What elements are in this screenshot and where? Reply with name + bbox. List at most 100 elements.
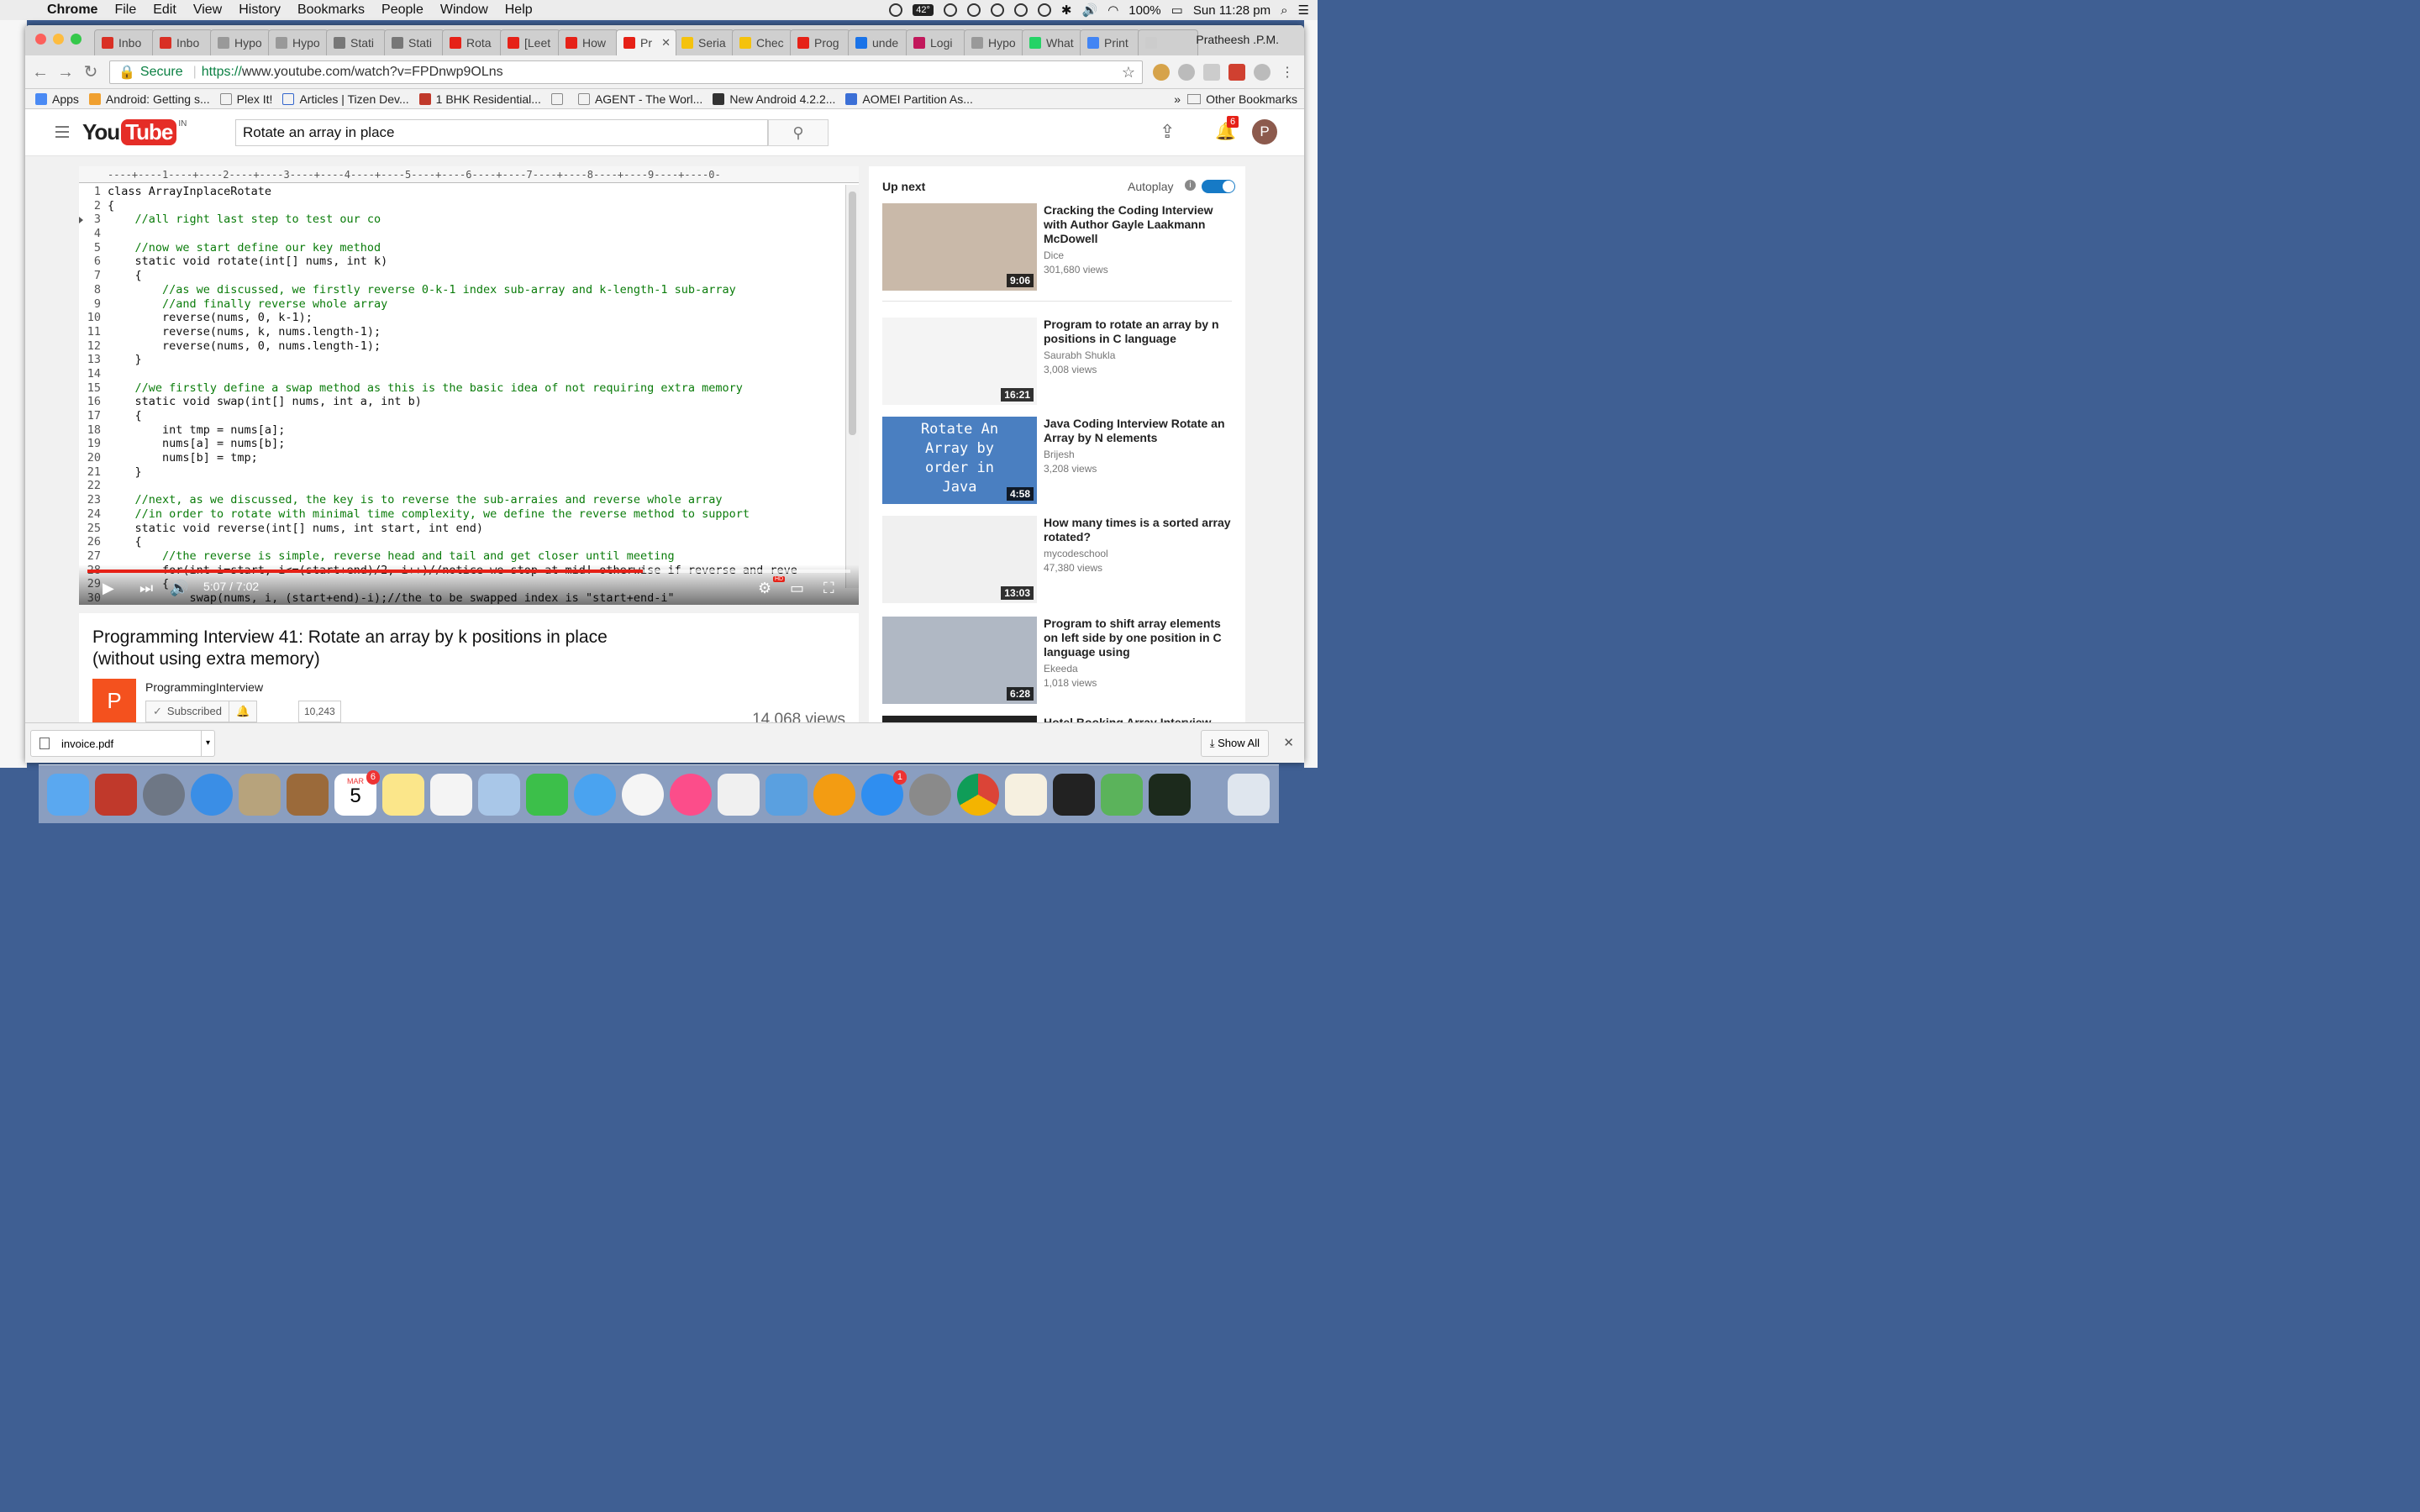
evernote-icon[interactable]: [1101, 773, 1143, 816]
browser-tab[interactable]: unde: [848, 29, 908, 55]
recommended-video[interactable]: Rotate An Array by order in Java 4:58 Java…: [882, 417, 1235, 504]
back-icon[interactable]: ←: [30, 62, 50, 82]
bookmark-item[interactable]: Plex It!: [219, 92, 272, 106]
reminders-icon[interactable]: [430, 773, 472, 816]
browser-tab[interactable]: Pr ✕: [616, 29, 676, 55]
extension-icon[interactable]: [1203, 64, 1220, 81]
apple-menu-icon[interactable]: [17, 2, 34, 18]
menu-help[interactable]: Help: [505, 3, 533, 18]
recommended-title[interactable]: How many times is a sorted array rotated…: [1044, 516, 1235, 544]
settings-icon[interactable]: ⚙: [758, 580, 771, 597]
chevron-double-right-icon[interactable]: »: [1174, 92, 1181, 106]
recommended-video[interactable]: 9:06 Cracking the Coding Interview with A…: [882, 203, 1235, 291]
info-icon[interactable]: i: [1185, 180, 1196, 191]
recommended-title[interactable]: Java Coding Interview Rotate an Array by…: [1044, 417, 1235, 445]
menubar-app-name[interactable]: Chrome: [47, 3, 97, 18]
photos-icon[interactable]: [622, 773, 664, 816]
recommended-title[interactable]: Cracking the Coding Interview with Autho…: [1044, 203, 1235, 246]
bookmark-item[interactable]: Articles | Tizen Dev...: [282, 92, 409, 106]
numbers-icon[interactable]: [718, 773, 760, 816]
menu-bookmarks[interactable]: Bookmarks: [297, 3, 365, 18]
recommended-title[interactable]: Program to shift array elements on left …: [1044, 617, 1235, 659]
wifi-icon[interactable]: ◠: [1107, 3, 1118, 18]
bookmark-item[interactable]: Android: Getting s...: [88, 92, 210, 106]
security-app-icon[interactable]: [95, 773, 137, 816]
progress-bar[interactable]: [87, 570, 850, 573]
browser-tab[interactable]: Print: [1080, 29, 1140, 55]
menu-view[interactable]: View: [193, 3, 222, 18]
notification-bell-icon[interactable]: 🔔: [229, 705, 256, 718]
close-window-button[interactable]: [35, 34, 46, 45]
recommended-title[interactable]: Hotel Booking Array Interview: [1044, 716, 1235, 722]
menu-file[interactable]: File: [114, 3, 136, 18]
fullscreen-icon[interactable]: ⛶: [823, 580, 834, 597]
show-all-button[interactable]: ⤓ Show All: [1200, 730, 1269, 757]
download-item[interactable]: invoice.pdf ▾: [30, 730, 215, 757]
upload-icon[interactable]: ⇪: [1160, 121, 1175, 143]
address-bar[interactable]: 🔒 Secure | https:// www.youtube.com/watc…: [109, 60, 1143, 84]
activity-monitor-icon[interactable]: [1149, 773, 1191, 816]
profile-name[interactable]: Pratheesh .P.M.: [1196, 33, 1279, 46]
menu-window[interactable]: Window: [440, 3, 488, 18]
browser-tab[interactable]: Inbo: [152, 29, 213, 55]
avatar[interactable]: P: [1252, 119, 1277, 144]
launchpad-icon[interactable]: [143, 773, 185, 816]
bookmark-apps[interactable]: Apps: [35, 92, 79, 106]
upload-status-icon[interactable]: [889, 3, 903, 17]
dropbox-status-icon[interactable]: [1013, 3, 1028, 17]
close-icon[interactable]: ✕: [1283, 735, 1294, 750]
keynote-icon[interactable]: [765, 773, 808, 816]
menu-people[interactable]: People: [381, 3, 424, 18]
skype-extension-icon[interactable]: [1254, 64, 1270, 81]
app-store-icon[interactable]: 1: [861, 769, 907, 816]
forward-icon[interactable]: →: [55, 62, 76, 82]
menu-icon[interactable]: [55, 126, 69, 138]
contacts-icon[interactable]: [287, 773, 329, 816]
other-bookmarks[interactable]: » Other Bookmarks: [1174, 92, 1297, 106]
video-thumbnail[interactable]: 13:03: [882, 516, 1037, 603]
safari-icon[interactable]: [191, 773, 233, 816]
browser-tab[interactable]: Logi: [906, 29, 966, 55]
search-input[interactable]: Rotate an array in place: [235, 119, 768, 146]
chrome-icon[interactable]: [957, 773, 999, 816]
bookmark-item[interactable]: New Android 4.2.2...: [713, 92, 835, 106]
temperature-indicator[interactable]: 42°: [913, 4, 934, 16]
youtube-logo[interactable]: You Tube IN: [82, 119, 187, 145]
pages-icon[interactable]: [1005, 773, 1047, 816]
browser-tab[interactable]: Chec: [732, 29, 792, 55]
video-thumbnail[interactable]: 16:21: [882, 318, 1037, 405]
browser-tab[interactable]: Seria: [674, 29, 734, 55]
recommended-video[interactable]: Hotel Booking Array Interview: [882, 716, 1235, 722]
video-thumbnail[interactable]: Rotate An Array by order in Java 4:58: [882, 417, 1037, 504]
browser-tab[interactable]: Prog: [790, 29, 850, 55]
browser-tab[interactable]: How: [558, 29, 618, 55]
recommended-video[interactable]: 13:03 How many times is a sorted array ro…: [882, 516, 1235, 603]
browser-tab[interactable]: Rota: [442, 29, 502, 55]
facetime-icon[interactable]: [526, 773, 568, 816]
bookmark-item[interactable]: AOMEI Partition As...: [845, 92, 973, 106]
channel-name[interactable]: ProgrammingInterview: [145, 680, 263, 694]
calendar-icon[interactable]: MAR 5 6: [334, 769, 380, 816]
mail-icon[interactable]: [239, 773, 281, 816]
close-tab-icon[interactable]: ✕: [661, 36, 671, 50]
browser-tab[interactable]: Stati: [326, 29, 387, 55]
cookie-extension-icon[interactable]: [1153, 64, 1170, 81]
notification-center-icon[interactable]: ☰: [1298, 3, 1309, 18]
battery-percent[interactable]: 100%: [1128, 3, 1160, 18]
recommended-title[interactable]: Program to rotate an array by n position…: [1044, 318, 1235, 346]
subscribe-button[interactable]: ✓ Subscribed 🔔: [145, 701, 258, 722]
spotlight-search-icon[interactable]: ⌕: [1281, 3, 1287, 18]
bookmark-item[interactable]: 1 BHK Residential...: [418, 92, 541, 106]
minimize-window-button[interactable]: [53, 34, 64, 45]
browser-tab[interactable]: What: [1022, 29, 1082, 55]
bookmark-star-icon[interactable]: ☆: [1122, 64, 1135, 81]
system-preferences-icon[interactable]: [909, 773, 951, 816]
recommended-video[interactable]: 16:21 Program to rotate an array by n pos…: [882, 318, 1235, 405]
volume-icon[interactable]: 🔊: [170, 580, 188, 597]
clock[interactable]: Sun 11:28 pm: [1193, 3, 1270, 18]
channel-avatar[interactable]: P: [92, 679, 136, 722]
autoplay-toggle[interactable]: [1202, 180, 1235, 193]
notes-icon[interactable]: [382, 773, 424, 816]
browser-tab[interactable]: Inbo: [94, 29, 155, 55]
browser-tab[interactable]: [Leet: [500, 29, 560, 55]
